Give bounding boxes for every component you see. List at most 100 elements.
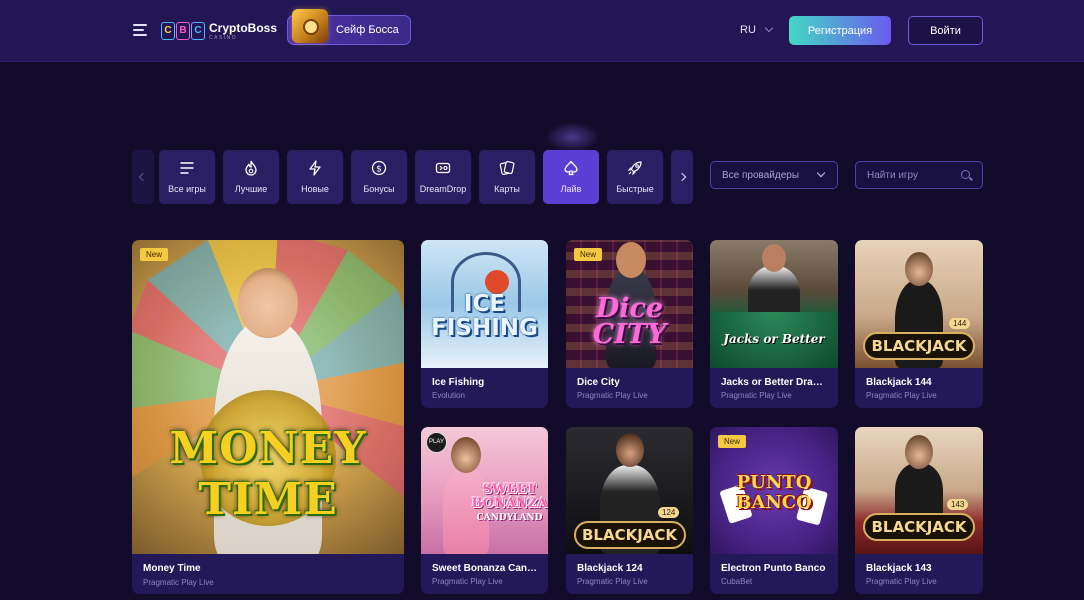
category-cards[interactable]: Карты bbox=[479, 150, 535, 204]
category-best[interactable]: Лучшие bbox=[223, 150, 279, 204]
boss-safe-label: Сейф Босса bbox=[336, 24, 399, 36]
game-art-text: BLACKJACK bbox=[581, 526, 678, 544]
cards-icon bbox=[499, 160, 515, 176]
host-head bbox=[238, 268, 298, 338]
game-card-sweet-bonanza-candyland[interactable]: SWEET BONANZA CANDYLAND PLAY Sweet Bonan… bbox=[421, 427, 548, 594]
logo-mark: C B C bbox=[161, 22, 205, 40]
new-badge: New bbox=[140, 248, 169, 261]
boss-safe-button[interactable]: Сейф Босса bbox=[287, 9, 411, 45]
play-badge: PLAY bbox=[426, 432, 447, 453]
game-card-blackjack-124[interactable]: BLACKJACK 124 Blackjack 124 Pragmatic Pl… bbox=[566, 427, 693, 594]
new-badge: New bbox=[718, 435, 747, 448]
game-provider: Pragmatic Play Live bbox=[721, 391, 792, 400]
dealer-head bbox=[905, 252, 933, 286]
game-thumbnail: BLACKJACK 144 bbox=[855, 240, 983, 368]
category-label: Лайв bbox=[560, 184, 582, 194]
game-title: Ice Fishing bbox=[432, 377, 485, 388]
chevron-right-icon bbox=[677, 172, 687, 182]
category-label: Новые bbox=[301, 184, 329, 194]
game-art-text: Jacks or Better bbox=[723, 332, 825, 346]
category-all-games[interactable]: Все игры bbox=[159, 150, 215, 204]
game-provider: CubaBet bbox=[721, 577, 753, 586]
logo-name: CryptoBoss bbox=[209, 20, 278, 35]
game-thumbnail: BLACKJACK 124 bbox=[566, 427, 693, 554]
search-icon[interactable] bbox=[961, 170, 970, 179]
game-provider: Evolution bbox=[432, 391, 465, 400]
category-label: DreamDrop bbox=[419, 184, 467, 194]
game-art-text: ICE FISHING bbox=[431, 291, 538, 341]
game-title: Blackjack 144 bbox=[866, 377, 932, 388]
logo-letter: C bbox=[191, 22, 205, 40]
game-provider: Pragmatic Play Live bbox=[866, 577, 937, 586]
logo-sub: CASINO bbox=[209, 34, 238, 41]
list-icon bbox=[180, 162, 194, 174]
game-title: Money Time bbox=[143, 563, 201, 574]
game-title: Blackjack 143 bbox=[866, 563, 932, 574]
dollar-coin-icon: $ bbox=[371, 160, 387, 176]
game-provider: Pragmatic Play Live bbox=[577, 577, 648, 586]
chevron-down-icon bbox=[816, 168, 826, 178]
safe-icon bbox=[292, 9, 328, 43]
dealer-head bbox=[762, 244, 786, 272]
game-provider: Pragmatic Play Live bbox=[143, 578, 214, 587]
game-card-blackjack-144[interactable]: BLACKJACK 144 Blackjack 144 Pragmatic Pl… bbox=[855, 240, 983, 408]
game-card-electron-punto-banco[interactable]: PUNTO BANCO New Electron Punto Banco Cub… bbox=[710, 427, 838, 594]
game-title: Sweet Bonanza CandyLand bbox=[432, 563, 540, 574]
game-provider: Pragmatic Play Live bbox=[866, 391, 937, 400]
flame-icon bbox=[245, 160, 257, 176]
category-scroll-left-button[interactable] bbox=[132, 150, 154, 204]
category-new[interactable]: Новые bbox=[287, 150, 343, 204]
game-card-ice-fishing[interactable]: ICE FISHING Ice Fishing Evolution bbox=[421, 240, 548, 408]
game-art-text: SWEET BONANZA bbox=[471, 482, 548, 511]
game-thumbnail: Jacks or Better bbox=[710, 240, 838, 368]
dealer-head bbox=[905, 435, 933, 469]
category-fast[interactable]: Быстрые bbox=[607, 150, 663, 204]
dreamdrop-icon bbox=[435, 162, 451, 174]
game-provider: Pragmatic Play Live bbox=[577, 391, 648, 400]
active-category-glow bbox=[545, 122, 600, 152]
language-selector[interactable]: RU bbox=[740, 23, 774, 36]
provider-select[interactable]: Все провайдеры bbox=[710, 161, 838, 189]
game-art-text: PUNTO BANCO bbox=[736, 472, 812, 513]
table-number: 124 bbox=[658, 507, 680, 518]
game-art-text: Dice CITY bbox=[592, 293, 667, 350]
logo[interactable]: C B C CryptoBoss CASINO bbox=[161, 19, 277, 43]
category-scroll-right-button[interactable] bbox=[671, 150, 693, 204]
chevron-down-icon bbox=[764, 23, 774, 33]
table-number: 143 bbox=[947, 499, 969, 510]
category-label: Лучшие bbox=[234, 184, 268, 194]
game-card-jacks-or-better[interactable]: Jacks or Better Jacks or Better Draw Pok… bbox=[710, 240, 838, 408]
game-card-money-time[interactable]: MONEY TIME New Money Time Pragmatic Play… bbox=[132, 240, 404, 594]
spade-icon bbox=[564, 160, 578, 176]
provider-select-value: Все провайдеры bbox=[722, 169, 800, 181]
game-title: Blackjack 124 bbox=[577, 563, 643, 574]
game-card-blackjack-143[interactable]: BLACKJACK 143 Blackjack 143 Pragmatic Pl… bbox=[855, 427, 983, 594]
register-button[interactable]: Регистрация bbox=[789, 16, 891, 45]
category-bonuses[interactable]: $ Бонусы bbox=[351, 150, 407, 204]
category-dreamdrop[interactable]: DreamDrop bbox=[415, 150, 471, 204]
lightning-icon bbox=[309, 160, 321, 176]
game-art-subtext: CANDYLAND bbox=[476, 513, 543, 523]
site-header: C B C CryptoBoss CASINO Сейф Босса RU Ре… bbox=[0, 0, 1084, 62]
category-label: Быстрые bbox=[616, 184, 654, 194]
game-card-dice-city[interactable]: Dice CITY New Dice City Pragmatic Play L… bbox=[566, 240, 693, 408]
chevron-left-icon bbox=[138, 172, 148, 182]
new-badge: New bbox=[574, 248, 603, 261]
category-live[interactable]: Лайв bbox=[543, 150, 599, 204]
game-title: Jacks or Better Draw Poker bbox=[721, 377, 830, 388]
rocket-icon bbox=[627, 161, 642, 176]
logo-letter: B bbox=[176, 22, 190, 40]
game-art-text: BLACKJACK bbox=[871, 518, 967, 536]
game-title: Dice City bbox=[577, 377, 620, 388]
login-button[interactable]: Войти bbox=[908, 16, 983, 45]
language-label: RU bbox=[740, 24, 756, 36]
table-number: 144 bbox=[949, 318, 971, 329]
game-thumbnail: ICE FISHING bbox=[421, 240, 548, 368]
logo-letter: C bbox=[161, 22, 175, 40]
menu-icon[interactable] bbox=[133, 24, 147, 36]
host-head bbox=[451, 437, 481, 473]
logo-text: CryptoBoss CASINO bbox=[209, 20, 278, 41]
dealer-head bbox=[616, 433, 644, 467]
category-label: Все игры bbox=[168, 184, 206, 194]
game-art-text: MONEY TIME bbox=[169, 423, 367, 525]
